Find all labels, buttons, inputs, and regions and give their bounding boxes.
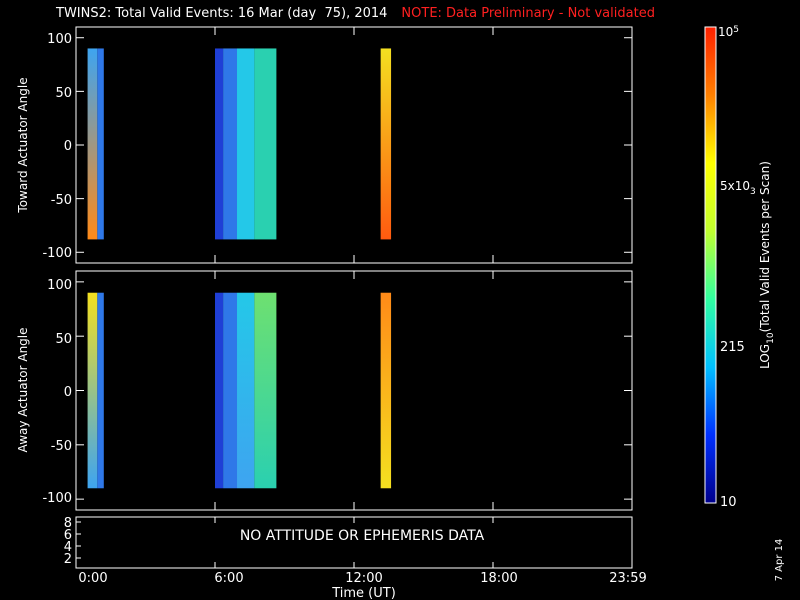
attitude-tick-label: 2 <box>64 552 72 567</box>
heatmap-block <box>215 48 224 240</box>
y-tick-label: -50 <box>51 193 72 208</box>
heatmap-block <box>380 292 392 489</box>
heatmap-block <box>215 292 224 489</box>
x-tick-label: 23:59 <box>609 571 646 586</box>
y-tick-label: 100 <box>47 32 72 47</box>
heatmap-block <box>237 292 255 489</box>
bottom-panel-axis: 100 50 0 -50 -100 Away Actuator Angle <box>16 278 72 506</box>
x-tick-label: 18:00 <box>480 571 517 586</box>
x-tick-label: 6:00 <box>214 571 243 586</box>
x-axis: 0:00 6:00 12:00 18:00 23:59 Time (UT) <box>78 571 646 600</box>
colorbar: 10 215 5x103 105 LOG10(Total Valid Event… <box>704 25 776 510</box>
heatmap-block <box>237 48 255 240</box>
no-data-message: NO ATTITUDE OR EPHEMERIS DATA <box>240 528 485 544</box>
y-tick-label: -100 <box>42 491 72 506</box>
heatmap-block <box>254 48 277 240</box>
heatmap-block <box>97 292 104 489</box>
colorbar-tick-5e3: 5x103 <box>720 179 756 197</box>
y-tick-label: 50 <box>55 332 72 347</box>
heatmap-block <box>223 292 238 489</box>
heatmap-panel-2 <box>75 270 633 511</box>
heatmap-block <box>223 48 238 240</box>
colorbar-tick-1e5: 105 <box>718 25 739 39</box>
y-tick-label: 100 <box>47 278 72 293</box>
top-panel-axis: 100 50 0 -50 -100 Toward Actuator Angle <box>16 32 72 261</box>
y-tick-label: -50 <box>51 439 72 454</box>
colorbar-gradient <box>704 26 717 504</box>
heatmap-panel-1 <box>75 26 633 264</box>
y-tick-label: 50 <box>55 86 72 101</box>
top-panel-ylabel: Toward Actuator Angle <box>16 77 30 213</box>
heatmap-block <box>254 292 277 489</box>
panel-frame <box>75 270 633 511</box>
heatmap-block <box>97 48 104 240</box>
x-tick-label: 0:00 <box>78 571 107 586</box>
colorbar-tick-215: 215 <box>720 340 745 355</box>
date-stamp: 7 Apr 14 <box>774 539 785 582</box>
x-tick-label: 12:00 <box>345 571 382 586</box>
y-tick-label: -100 <box>42 246 72 261</box>
panels <box>75 26 633 569</box>
bottom-panel-ylabel: Away Actuator Angle <box>16 327 30 452</box>
attitude-panel-axis: 8 6 4 2 NO ATTITUDE OR EPHEMERIS DATA <box>64 516 485 567</box>
chart-canvas: 100 50 0 -50 -100 Toward Actuator Angle … <box>16 25 785 600</box>
x-axis-label: Time (UT) <box>331 586 396 600</box>
heatmap-block <box>380 48 392 240</box>
y-tick-label: 0 <box>64 139 72 154</box>
heatmap-block <box>87 48 98 240</box>
colorbar-tick-10: 10 <box>720 495 737 510</box>
y-tick-label: 0 <box>64 385 72 400</box>
panel-frame <box>75 26 633 264</box>
colorbar-label: LOG10(Total Valid Events per Scan) <box>758 161 776 369</box>
heatmap-block <box>87 292 98 489</box>
